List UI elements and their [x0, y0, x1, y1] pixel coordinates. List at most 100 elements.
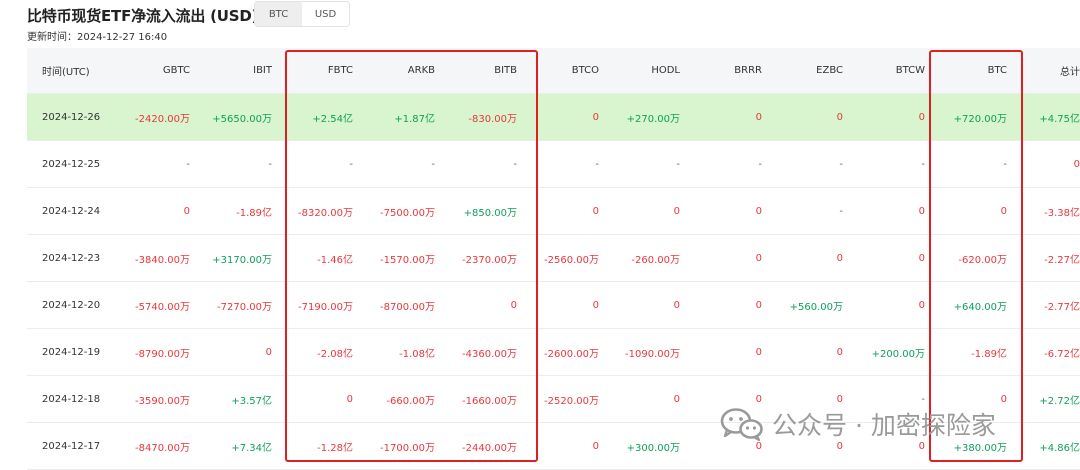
cell-bitb: -2440.00万 — [435, 422, 517, 470]
cell-date: 2024-12-24 — [27, 187, 119, 235]
cell-fbtc: - — [272, 140, 353, 188]
cell-hodl: 0 — [599, 281, 680, 329]
column-header-fbtc[interactable]: FBTC — [272, 48, 353, 94]
cell-ezbc: +560.00万 — [762, 281, 843, 329]
cell-arkb: - — [353, 140, 435, 188]
update-time: 更新时间：2024-12-27 16:40 — [27, 32, 168, 43]
cell-btco: 0 — [517, 422, 599, 470]
cell-date: 2024-12-26 — [27, 93, 119, 141]
cell-btcw: 0 — [843, 93, 925, 141]
cell-btcw: 0 — [843, 187, 925, 235]
cell-date: 2024-12-17 — [27, 422, 119, 470]
cell-arkb: -660.00万 — [353, 375, 435, 423]
cell-ezbc: - — [762, 187, 843, 235]
cell-hodl: 0 — [599, 375, 680, 423]
cell-brrr: 0 — [680, 234, 762, 282]
cell-hodl: +270.00万 — [599, 93, 680, 141]
cell-ibit: +3170.00万 — [190, 234, 272, 282]
wechat-icon — [720, 407, 764, 442]
cell-ibit: +7.34亿 — [190, 422, 272, 470]
column-header-btc[interactable]: BTC — [925, 48, 1007, 94]
column-header-btco[interactable]: BTCO — [517, 48, 599, 94]
cell-bitb: -1660.00万 — [435, 375, 517, 423]
column-header-bitb[interactable]: BITB — [435, 48, 517, 94]
column-header-ezbc[interactable]: EZBC — [762, 48, 843, 94]
cell-gbtc: -8470.00万 — [119, 422, 190, 470]
cell-ibit: +3.57亿 — [190, 375, 272, 423]
cell-gbtc: -8790.00万 — [119, 328, 190, 376]
column-header-date[interactable]: 时间(UTC) — [27, 48, 119, 94]
cell-hodl: - — [599, 140, 680, 188]
cell-arkb: -1570.00万 — [353, 234, 435, 282]
cell-ezbc: 0 — [762, 93, 843, 141]
cell-fbtc: -2.08亿 — [272, 328, 353, 376]
cell-btc: +720.00万 — [925, 93, 1007, 141]
cell-total: 0 — [1007, 140, 1080, 188]
cell-ibit: - — [190, 140, 272, 188]
toggle-btc[interactable]: BTC — [255, 2, 302, 26]
cell-date: 2024-12-23 — [27, 234, 119, 282]
cell-fbtc: -1.28亿 — [272, 422, 353, 470]
cell-fbtc: -8320.00万 — [272, 187, 353, 235]
cell-btc: +640.00万 — [925, 281, 1007, 329]
column-header-brrr[interactable]: BRRR — [680, 48, 762, 94]
cell-btco: -2600.00万 — [517, 328, 599, 376]
currency-toggle[interactable]: BTC USD — [254, 1, 350, 27]
cell-gbtc: -2420.00万 — [119, 93, 190, 141]
cell-btc: - — [925, 140, 1007, 188]
table-header-row: 时间(UTC) GBTC IBIT FBTC ARKB BITB BTCO HO… — [27, 48, 1080, 94]
cell-hodl: 0 — [599, 187, 680, 235]
page-header: 比特币现货ETF净流入流出 (USD) 更新时间：2024-12-27 16:4… — [0, 0, 1080, 48]
cell-total: -2.27亿 — [1007, 234, 1080, 282]
cell-ezbc: 0 — [762, 234, 843, 282]
cell-hodl: +300.00万 — [599, 422, 680, 470]
cell-arkb: -1700.00万 — [353, 422, 435, 470]
cell-fbtc: -7190.00万 — [272, 281, 353, 329]
cell-btcw: +200.00万 — [843, 328, 925, 376]
cell-btc: -1.89亿 — [925, 328, 1007, 376]
cell-bitb: -4360.00万 — [435, 328, 517, 376]
column-header-ibit[interactable]: IBIT — [190, 48, 272, 94]
cell-bitb: 0 — [435, 281, 517, 329]
cell-btco: - — [517, 140, 599, 188]
cell-total: -2.77亿 — [1007, 281, 1080, 329]
table-row: 2024-12-26 -2420.00万 +5650.00万 +2.54亿 +1.87亿… — [27, 93, 1080, 141]
cell-hodl: -260.00万 — [599, 234, 680, 282]
cell-btc: -620.00万 — [925, 234, 1007, 282]
cell-btcw: 0 — [843, 234, 925, 282]
cell-total: -6.72亿 — [1007, 328, 1080, 376]
cell-total: -3.38亿 — [1007, 187, 1080, 235]
column-header-total[interactable]: 总计 — [1007, 48, 1080, 94]
cell-ibit: +5650.00万 — [190, 93, 272, 141]
cell-btcw: 0 — [843, 281, 925, 329]
cell-btco: 0 — [517, 187, 599, 235]
cell-hodl: -1090.00万 — [599, 328, 680, 376]
watermark-text: 公众号 · 加密探险家 — [772, 411, 996, 440]
cell-date: 2024-12-20 — [27, 281, 119, 329]
table-row: 2024-12-20 -5740.00万 -7270.00万 -7190.00万 -87… — [27, 281, 1080, 329]
cell-gbtc: -3590.00万 — [119, 375, 190, 423]
cell-ibit: -1.89亿 — [190, 187, 272, 235]
cell-date: 2024-12-19 — [27, 328, 119, 376]
cell-gbtc: 0 — [119, 187, 190, 235]
cell-date: 2024-12-25 — [27, 140, 119, 188]
cell-arkb: -8700.00万 — [353, 281, 435, 329]
cell-arkb: +1.87亿 — [353, 93, 435, 141]
cell-btcw: - — [843, 140, 925, 188]
cell-total: +2.72亿 — [1007, 375, 1080, 423]
cell-bitb: - — [435, 140, 517, 188]
cell-ibit: -7270.00万 — [190, 281, 272, 329]
cell-btco: 0 — [517, 281, 599, 329]
cell-brrr: 0 — [680, 187, 762, 235]
toggle-usd[interactable]: USD — [302, 2, 349, 26]
column-header-btcw[interactable]: BTCW — [843, 48, 925, 94]
column-header-gbtc[interactable]: GBTC — [119, 48, 190, 94]
table-row: 2024-12-23 -3840.00万 +3170.00万 -1.46亿 -1570.… — [27, 234, 1080, 282]
cell-btc: 0 — [925, 187, 1007, 235]
cell-brrr: 0 — [680, 93, 762, 141]
cell-btco: -2520.00万 — [517, 375, 599, 423]
column-header-arkb[interactable]: ARKB — [353, 48, 435, 94]
column-header-hodl[interactable]: HODL — [599, 48, 680, 94]
cell-ezbc: - — [762, 140, 843, 188]
cell-bitb: -2370.00万 — [435, 234, 517, 282]
